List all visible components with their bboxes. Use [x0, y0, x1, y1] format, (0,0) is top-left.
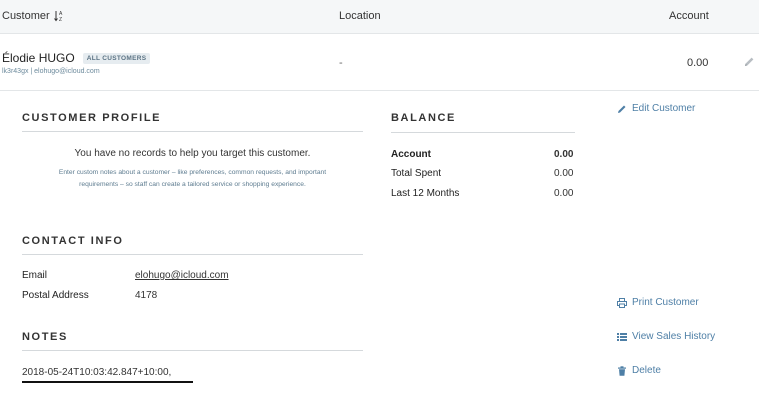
divider — [391, 132, 575, 133]
postal-address-label: Postal Address — [22, 290, 89, 301]
divider — [22, 350, 363, 351]
email-label: Email — [22, 270, 48, 281]
print-customer-button[interactable]: Print Customer — [617, 297, 699, 308]
balance-account-value: 0.00 — [554, 149, 574, 160]
edit-customer-button[interactable]: Edit Customer — [617, 103, 695, 114]
customer-group-badge: ALL CUSTOMERS — [82, 52, 151, 64]
print-icon — [617, 297, 627, 308]
table-header: Customer A Z Location Account — [0, 0, 759, 34]
svg-text:Z: Z — [59, 17, 62, 22]
account-column-header: Account — [669, 10, 709, 22]
customer-account-balance: 0.00 — [687, 57, 709, 69]
sort-alpha-icon[interactable]: A Z — [53, 10, 64, 22]
profile-empty-message: You have no records to help you target t… — [74, 148, 311, 159]
divider — [22, 254, 363, 255]
customer-header-label: Customer — [2, 10, 50, 22]
pencil-icon[interactable] — [742, 55, 756, 69]
customer-location: - — [339, 57, 343, 69]
customer-row[interactable]: Élodie HUGO ALL CUSTOMERS lk3r43gx | elo… — [0, 35, 759, 91]
balance-last-12-months-label: Last 12 Months — [391, 188, 460, 199]
postal-address-value: 4178 — [135, 290, 158, 301]
customer-column-header[interactable]: Customer A Z — [2, 10, 64, 22]
profile-empty-hint: Enter custom notes about a customer – li… — [58, 169, 327, 188]
customer-name: Élodie HUGO — [2, 51, 75, 65]
customer-profile-title: CUSTOMER PROFILE — [22, 112, 162, 124]
divider — [22, 131, 363, 132]
balance-total-spent-value: 0.00 — [554, 168, 574, 179]
customer-code-email: lk3r43gx | elohugo@icloud.com — [2, 68, 100, 75]
delete-button[interactable]: Delete — [617, 365, 661, 376]
balance-total-spent-label: Total Spent — [391, 168, 442, 179]
view-sales-history-label: View Sales History — [632, 331, 716, 342]
profile-empty-state: You have no records to help you target t… — [22, 148, 363, 191]
customer-name-cell: Élodie HUGO ALL CUSTOMERS — [2, 51, 151, 65]
notes-field[interactable]: 2018-05-24T10:03:42.847+10:00, — [22, 363, 193, 383]
contact-info-title: CONTACT INFO — [22, 235, 124, 247]
email-link[interactable]: elohugo@icloud.com — [135, 270, 229, 281]
location-column-header: Location — [339, 10, 381, 22]
edit-customer-label: Edit Customer — [632, 103, 696, 114]
balance-last-12-months-value: 0.00 — [554, 188, 574, 199]
notes-title: NOTES — [22, 331, 68, 343]
delete-label: Delete — [632, 365, 661, 376]
list-icon — [617, 332, 627, 341]
balance-title: BALANCE — [391, 112, 456, 124]
trash-icon — [618, 365, 626, 376]
view-sales-history-button[interactable]: View Sales History — [617, 331, 715, 342]
balance-account-label: Account — [391, 149, 431, 160]
edit-icon — [618, 105, 626, 113]
print-customer-label: Print Customer — [632, 297, 699, 308]
